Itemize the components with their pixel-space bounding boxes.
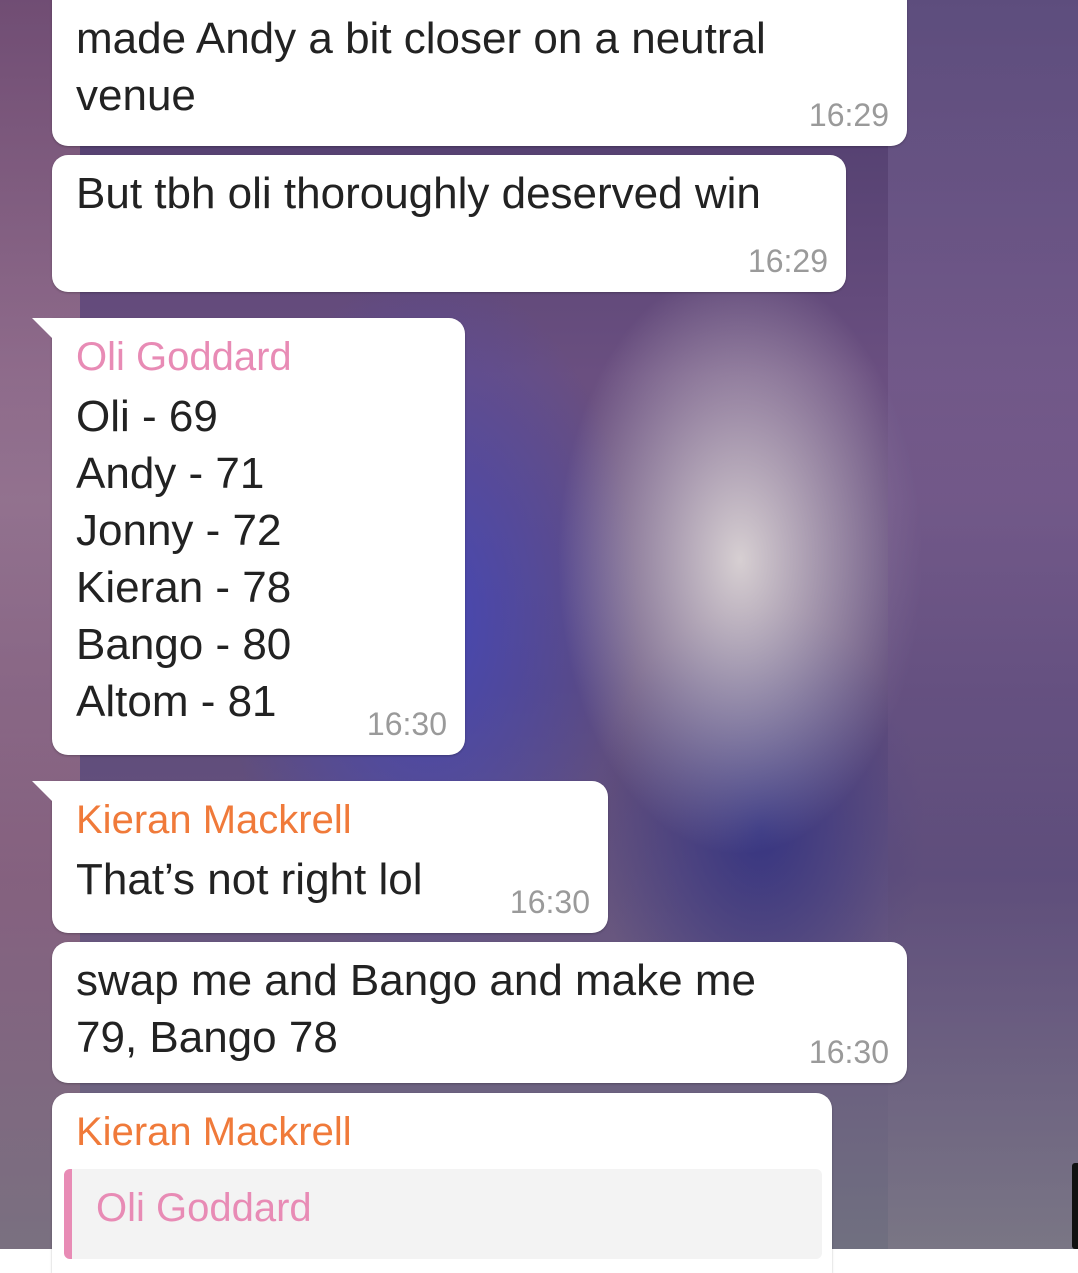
message-text: made Andy a bit closer on a neutral venu… [76,14,766,120]
message-sender[interactable]: Kieran Mackrell [76,795,590,845]
message-bubble[interactable]: made Andy a bit closer on a neutral venu… [52,0,907,146]
message-bubble[interactable]: Oli Goddard Oli - 69 Andy - 71 Jonny - 7… [32,318,465,755]
message-bubble[interactable]: swap me and Bango and make me 79, Bango … [52,942,907,1083]
message-sender[interactable]: Oli Goddard [76,332,447,382]
message-bubble[interactable]: Kieran Mackrell Oli Goddard [52,1093,832,1273]
message-time: 16:29 [747,243,828,279]
message-time: 16:29 [808,97,889,133]
message-sender[interactable]: Kieran Mackrell [76,1107,814,1157]
scrollbar-thumb[interactable] [1072,1163,1078,1249]
message-time: 16:30 [808,1034,889,1070]
quote-sender: Oli Goddard [96,1186,312,1230]
message-bubble[interactable]: But tbh oli thoroughly deserved win 16:2… [52,155,846,292]
message-text: But tbh oli thoroughly deserved win [76,169,761,218]
message-text: swap me and Bango and make me 79, Bango … [76,956,756,1062]
message-time: 16:30 [366,706,447,742]
message-text: Oli - 69 Andy - 71 Jonny - 72 Kieran - 7… [76,392,292,726]
message-bubble[interactable]: Kieran Mackrell That’s not right lol 16:… [32,781,608,933]
message-time: 16:30 [509,884,590,920]
reply-quote[interactable]: Oli Goddard [64,1169,822,1259]
wallpaper-right-shade [888,0,1078,1249]
